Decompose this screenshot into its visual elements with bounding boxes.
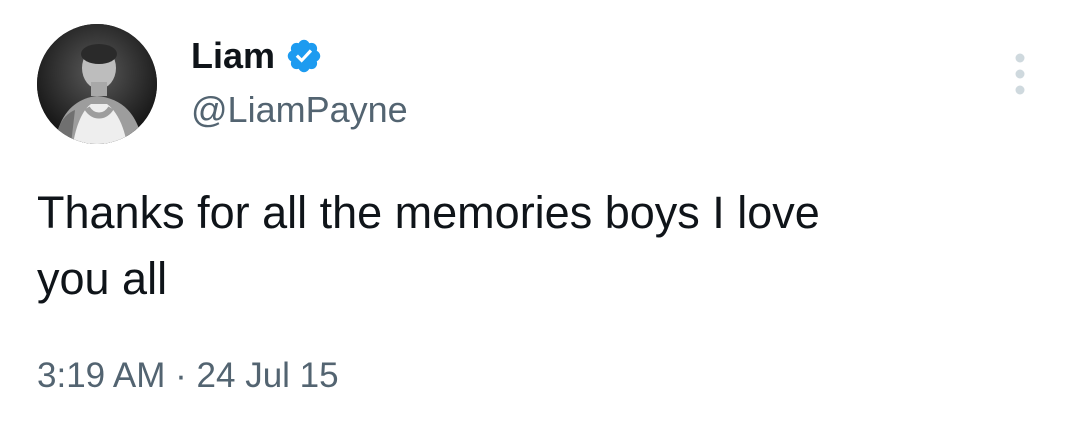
more-options-icon[interactable] xyxy=(1008,52,1032,96)
tweet-date: 24 Jul 15 xyxy=(196,356,339,395)
meta-separator: · xyxy=(175,356,187,395)
name-row: Liam xyxy=(191,34,323,78)
tweet-timestamp[interactable]: 3:19 AM · 24 Jul 15 xyxy=(37,352,339,400)
display-name[interactable]: Liam xyxy=(191,34,275,78)
tweet-time: 3:19 AM xyxy=(37,356,166,395)
tweet-text: Thanks for all the memories boys I love … xyxy=(37,187,820,304)
verified-badge-icon xyxy=(285,37,323,75)
tweet-card: Liam @LiamPayne Thanks for all the memor… xyxy=(0,0,1080,427)
avatar[interactable] xyxy=(37,24,157,144)
avatar-photo xyxy=(37,24,157,144)
user-handle[interactable]: @LiamPayne xyxy=(191,88,408,132)
